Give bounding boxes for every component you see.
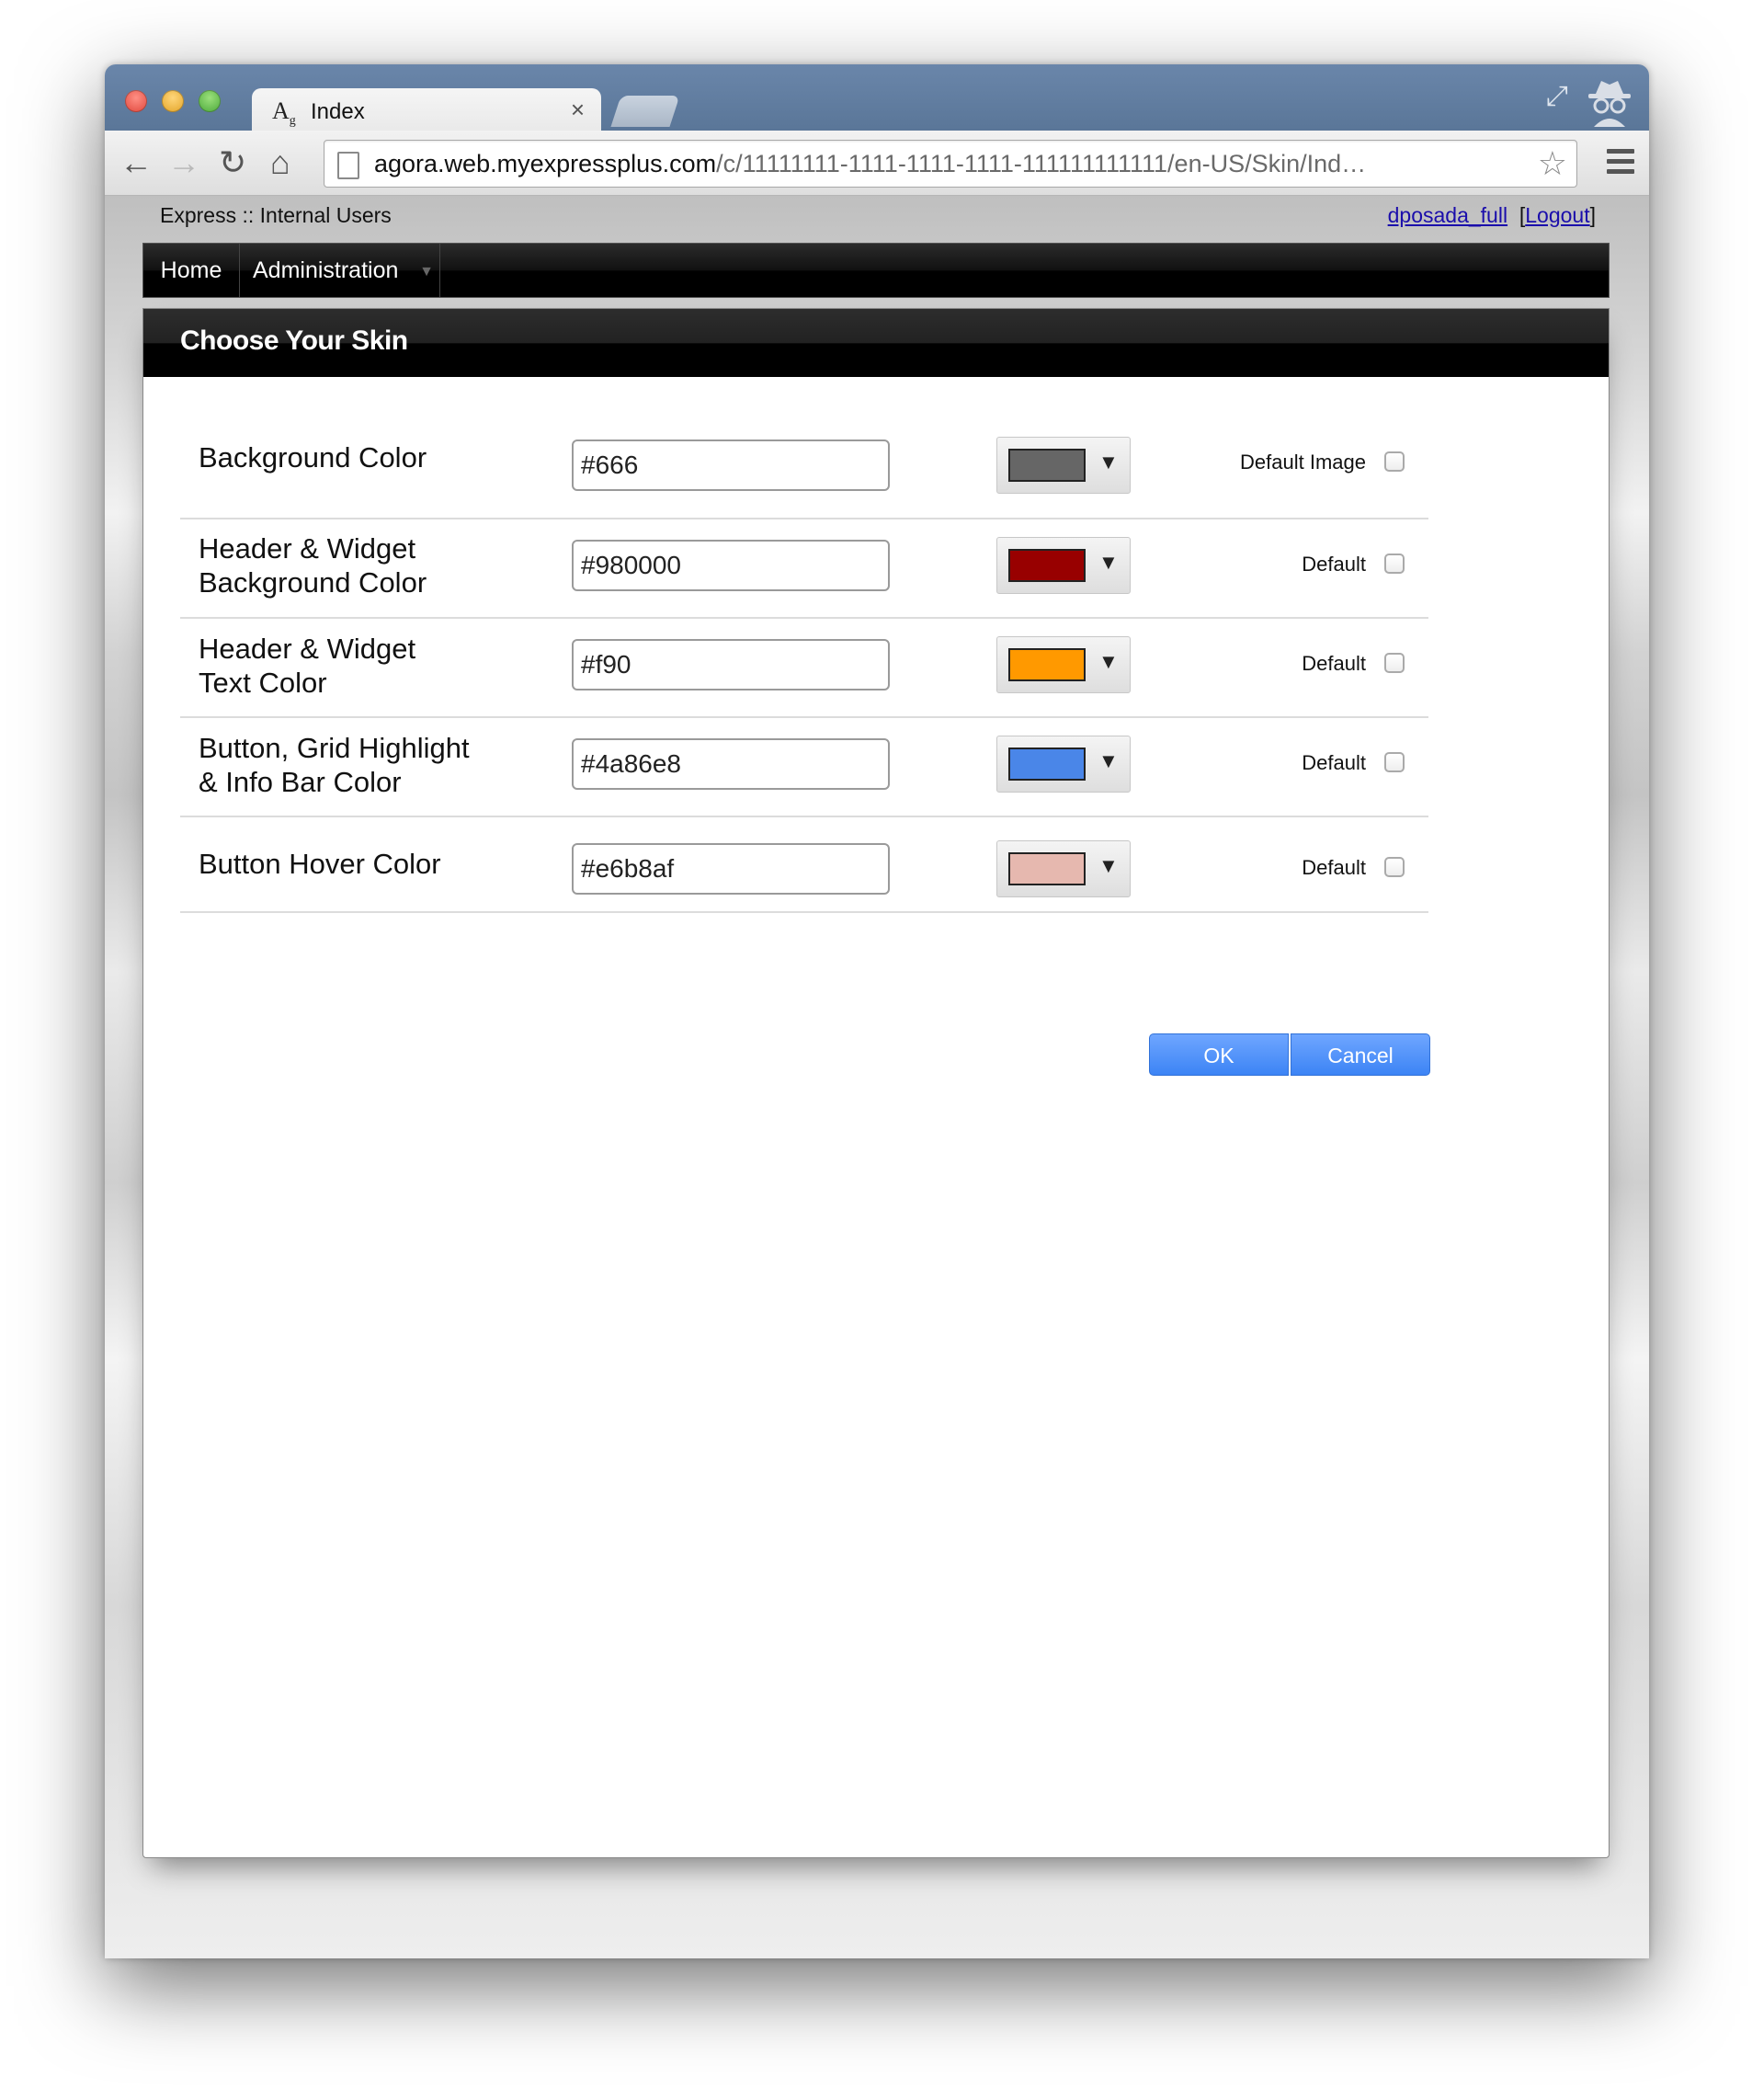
page-icon [337, 152, 359, 179]
button-grid-highlight-color-input[interactable] [572, 738, 890, 790]
header-widget-background-color-input[interactable] [572, 540, 890, 591]
favicon-icon: Ag [272, 97, 296, 129]
minimize-window-button[interactable] [162, 90, 184, 112]
row-label: Button, Grid Highlight & Info Bar Color [199, 732, 470, 798]
url-text: agora.web.myexpressplus.com/c/11111111-1… [374, 150, 1367, 177]
row-label: Background Color [199, 441, 427, 474]
header-widget-background-color-picker-button[interactable]: ▼ [996, 537, 1131, 594]
color-swatch [1008, 852, 1086, 885]
tab-strip: Ag Index × ⤢ [105, 64, 1649, 132]
page-content: Express :: Internal Users dposada_full [… [105, 196, 1649, 1958]
bookmark-star-icon[interactable]: ☆ [1538, 144, 1567, 183]
button-grid-highlight-color-picker-button[interactable]: ▼ [996, 736, 1131, 793]
zoom-window-button[interactable] [199, 90, 221, 112]
browser-window: Ag Index × ⤢ ← → ↻ ⌂ agora.web.myexpress… [105, 64, 1649, 1958]
tab-title: Index [311, 99, 365, 124]
close-window-button[interactable] [125, 90, 147, 112]
default-label: Default [1302, 652, 1366, 675]
default-checkbox[interactable] [1384, 554, 1405, 574]
username-link[interactable]: dposada_full [1388, 203, 1507, 227]
tab-index[interactable]: Ag Index × [252, 88, 601, 132]
color-swatch [1008, 648, 1086, 681]
default-image-checkbox[interactable] [1384, 451, 1405, 472]
default-label: Default [1302, 751, 1366, 774]
chevron-down-icon: ▼ [419, 264, 434, 280]
skin-row-background-color: Background Color ▼ Default Image [180, 410, 1428, 519]
default-checkbox[interactable] [1384, 857, 1405, 877]
chevron-down-icon: ▼ [1098, 749, 1119, 772]
fullscreen-icon[interactable]: ⤢ [1546, 81, 1568, 112]
back-icon[interactable]: ← [119, 142, 153, 184]
browser-menu-icon[interactable] [1607, 149, 1634, 179]
chevron-down-icon: ▼ [1098, 451, 1119, 474]
browser-toolbar: ← → ↻ ⌂ agora.web.myexpressplus.com/c/11… [105, 131, 1649, 196]
skin-panel: Choose Your Skin Background Color ▼ Defa… [142, 308, 1610, 1858]
color-swatch [1008, 549, 1086, 582]
menu-item-administration[interactable]: Administration ▼ [240, 244, 440, 297]
menu-item-home[interactable]: Home [143, 244, 240, 297]
background-color-picker-button[interactable]: ▼ [996, 437, 1131, 494]
default-label: Default [1302, 553, 1366, 576]
skin-row-button-grid-highlight-color: Button, Grid Highlight& Info Bar Color ▼… [180, 716, 1428, 817]
chevron-down-icon: ▼ [1098, 650, 1119, 673]
default-checkbox[interactable] [1384, 653, 1405, 673]
home-icon[interactable]: ⌂ [270, 142, 290, 184]
background-color-input[interactable] [572, 439, 890, 491]
forward-icon[interactable]: → [167, 142, 200, 184]
row-label: Header & Widget Background Color [199, 532, 427, 599]
reload-icon[interactable]: ↻ [219, 142, 246, 184]
chevron-down-icon: ▼ [1098, 854, 1119, 877]
ok-button[interactable]: OK [1149, 1033, 1289, 1076]
skin-row-header-widget-background-color: Header & WidgetBackground Color ▼ Defaul… [180, 518, 1428, 619]
new-tab-button[interactable] [610, 96, 680, 127]
header-widget-text-color-input[interactable] [572, 639, 890, 690]
panel-header: Choose Your Skin [143, 309, 1609, 377]
header-widget-text-color-picker-button[interactable]: ▼ [996, 636, 1131, 693]
logout-link[interactable]: Logout [1525, 203, 1589, 227]
main-menu: Home Administration ▼ [142, 243, 1610, 298]
default-checkbox[interactable] [1384, 752, 1405, 772]
color-swatch [1008, 748, 1086, 781]
skin-row-button-hover-color: Button Hover Color ▼ Default [180, 816, 1428, 913]
default-image-label: Default Image [1240, 451, 1366, 474]
row-label: Button Hover Color [199, 848, 441, 880]
default-label: Default [1302, 856, 1366, 879]
page-title: Choose Your Skin [180, 325, 408, 356]
tab-close-icon[interactable]: × [571, 96, 585, 124]
skin-row-header-widget-text-color: Header & WidgetText Color ▼ Default [180, 617, 1428, 718]
user-area: dposada_full [Logout] [1387, 203, 1596, 227]
chevron-down-icon: ▼ [1098, 551, 1119, 574]
incognito-icon [1588, 81, 1631, 127]
button-hover-color-picker-button[interactable]: ▼ [996, 840, 1131, 897]
cancel-button[interactable]: Cancel [1291, 1033, 1430, 1076]
row-label: Header & Widget Text Color [199, 633, 416, 699]
color-swatch [1008, 449, 1086, 482]
app-title: Express :: Internal Users [160, 203, 392, 227]
button-hover-color-input[interactable] [572, 843, 890, 895]
address-bar[interactable]: agora.web.myexpressplus.com/c/11111111-1… [324, 140, 1577, 188]
